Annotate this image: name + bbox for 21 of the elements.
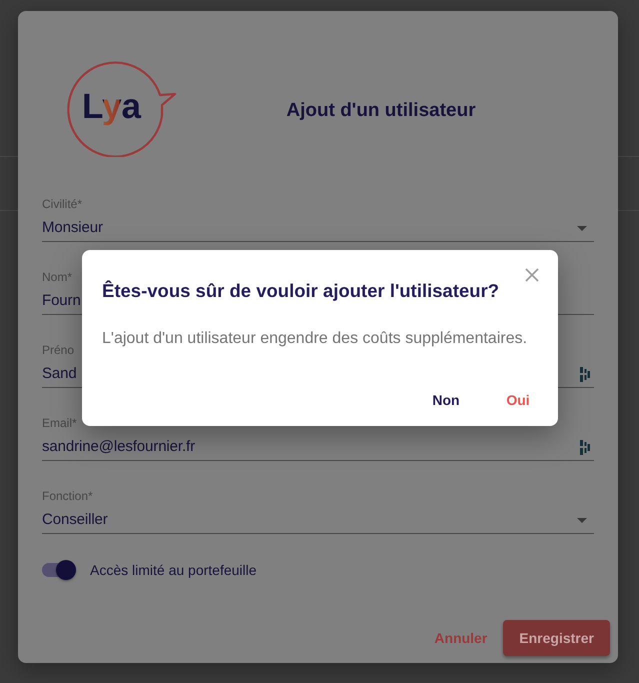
toggle-label: Accès limité au portefeuille <box>90 562 257 578</box>
caret-icon <box>577 518 587 522</box>
input-field[interactable]: Sand <box>42 364 77 384</box>
close-icon <box>525 268 539 282</box>
field-label: Préno <box>42 343 74 357</box>
select-field[interactable]: Conseiller <box>42 510 108 530</box>
dialog-title: Êtes-vous sûr de vouloir ajouter l'utilisateur? <box>102 279 500 303</box>
input-field[interactable]: Fourn <box>42 291 81 311</box>
caret-icon <box>577 226 587 230</box>
field-label: Fonction* <box>42 489 93 503</box>
field-label: Nom* <box>42 270 72 284</box>
no-button[interactable]: Non <box>414 382 478 418</box>
dialog-message: L'ajout d'un utilisateur engendre des coûts supplémentaires. <box>102 329 528 349</box>
save-button[interactable]: Enregistrer <box>503 620 610 656</box>
field-label: Email* <box>42 416 77 430</box>
input-field[interactable]: sandrine@lesfournier.fr <box>42 437 196 457</box>
select-field[interactable]: Monsieur <box>42 218 103 238</box>
dialog-title: Ajout d'un utilisateur <box>286 100 476 122</box>
yes-button[interactable]: Oui <box>486 382 550 418</box>
toggle-switch[interactable] <box>42 560 76 580</box>
field-label: Civilité* <box>42 197 82 211</box>
